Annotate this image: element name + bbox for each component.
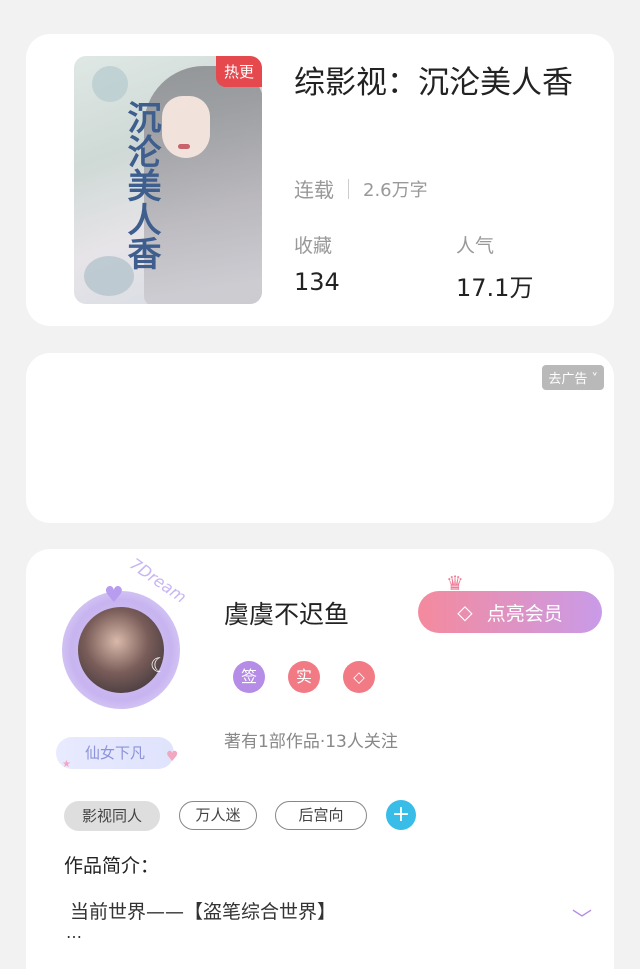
cover-title-art: 沉沦美人香 (121, 100, 161, 270)
book-info-card: 沉沦美人香 热更 综影视：沉沦美人香 连载 2.6万字 收藏 134 人气 17… (26, 34, 614, 326)
activate-membership-button[interactable]: ◇ 点亮会员 (418, 591, 602, 633)
popularity-value: 17.1万 (456, 274, 534, 302)
avatar (78, 607, 164, 693)
book-cover[interactable]: 沉沦美人香 热更 (74, 56, 262, 304)
book-title: 综影视：沉沦美人香 (294, 65, 573, 101)
intro-ellipsis: … (66, 923, 82, 942)
star-icon: ★ (62, 759, 71, 770)
author-avatar-frame[interactable]: ♥ 7Dream ☾ (54, 554, 194, 711)
diamond-badge-icon[interactable]: ◇ (343, 661, 375, 693)
word-count: 2.6万字 (363, 179, 428, 201)
remove-ad-button[interactable]: 去广告 ˅ (542, 365, 604, 390)
diamond-icon: ◇ (457, 600, 473, 624)
intro-text: 当前世界——【盗笔综合世界】 (70, 901, 337, 923)
moon-icon: ☾ (150, 653, 168, 677)
hot-badge: 热更 (215, 56, 262, 87)
heart-icon: ♥ (166, 749, 179, 765)
add-tag-icon[interactable]: + (386, 800, 416, 830)
signed-badge[interactable]: 签 (233, 661, 265, 693)
chevron-down-icon[interactable]: ﹀ (572, 903, 592, 932)
heart-icon: ♥ (104, 583, 124, 608)
tag-item[interactable]: 影视同人 (64, 801, 160, 831)
author-card: ♥ 7Dream ☾ 仙女下凡 ♥ ★ 虞虞不迟鱼 ♛ ◇ 点亮会员 签 实 ◇… (26, 549, 614, 969)
verified-badge[interactable]: 实 (288, 661, 320, 693)
fairy-badge: 仙女下凡 (56, 737, 174, 769)
cover-figure-lips (178, 144, 190, 149)
tag-item[interactable]: 后宫向 (275, 801, 367, 830)
favorites-label: 收藏 (294, 235, 333, 257)
tag-item[interactable]: 万人迷 (179, 801, 257, 830)
serial-status: 连载 (294, 178, 334, 202)
author-name[interactable]: 虞虞不迟鱼 (224, 595, 349, 631)
favorites-value: 134 (294, 268, 340, 296)
book-meta: 连载 2.6万字 (294, 174, 428, 203)
meta-divider (348, 178, 349, 199)
popularity-label: 人气 (456, 235, 495, 257)
membership-button-label: 点亮会员 (486, 602, 563, 625)
author-stats: 著有1部作品·13人关注 (224, 732, 398, 752)
intro-title: 作品简介： (64, 855, 160, 877)
cover-flower-deco (92, 66, 128, 102)
ad-banner: 去广告 ˅ (26, 353, 614, 523)
